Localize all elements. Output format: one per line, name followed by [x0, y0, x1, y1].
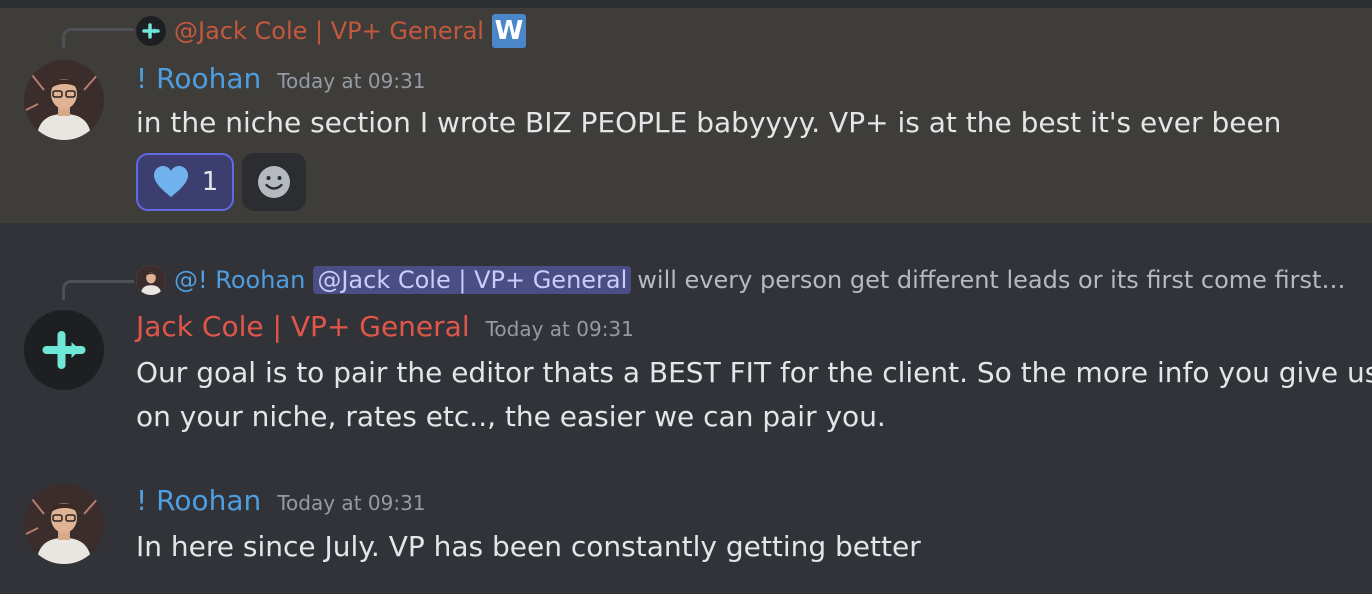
- top-divider: [0, 0, 1372, 8]
- reply-preview[interactable]: @! Roohan @Jack Cole | VP+ General will …: [136, 264, 1352, 296]
- message-timestamp: Today at 09:31: [277, 69, 426, 93]
- w-badge-icon: W: [491, 14, 526, 48]
- jack-cole-avatar[interactable]: [24, 310, 104, 390]
- heart-icon: [153, 166, 188, 197]
- message-header: ! Roohan Today at 09:31: [136, 484, 426, 517]
- message-header: Jack Cole | VP+ General Today at 09:31: [136, 310, 634, 343]
- reply-connector: [62, 280, 134, 300]
- reaction-count: 1: [201, 167, 219, 197]
- roohan-avatar[interactable]: [24, 484, 104, 564]
- reply-connector: [62, 28, 134, 48]
- plus-logo-icon: [42, 331, 86, 369]
- reply-mention[interactable]: @Jack Cole | VP+ General: [313, 266, 632, 294]
- person-portrait-icon: [24, 60, 104, 140]
- author-name[interactable]: ! Roohan: [136, 62, 261, 95]
- jack-cole-mini-avatar: [136, 16, 166, 46]
- message-text-line: Our goal is to pair the editor thats a B…: [136, 356, 1372, 389]
- message-timestamp: Today at 09:31: [277, 491, 426, 515]
- message-text: In here since July. VP has been constant…: [136, 530, 921, 563]
- message-timestamp: Today at 09:31: [485, 317, 634, 341]
- reply-preview[interactable]: @Jack Cole | VP+ General W: [136, 14, 526, 48]
- add-reaction-button[interactable]: [242, 153, 306, 211]
- author-name[interactable]: ! Roohan: [136, 484, 261, 517]
- reply-author[interactable]: @Jack Cole | VP+ General: [174, 17, 484, 45]
- reply-author[interactable]: @! Roohan: [174, 266, 305, 294]
- message-text-line: on your niche, rates etc.., the easier w…: [136, 400, 886, 433]
- author-name[interactable]: Jack Cole | VP+ General: [136, 310, 470, 343]
- message-text: in the niche section I wrote BIZ PEOPLE …: [136, 106, 1282, 139]
- person-portrait-icon: [24, 484, 104, 564]
- heart-reaction-button[interactable]: 1: [136, 153, 234, 211]
- reply-excerpt[interactable]: will every person get different leads or…: [637, 266, 1352, 294]
- smiley-icon: [258, 166, 290, 198]
- roohan-mini-avatar: [136, 265, 166, 295]
- message-header: ! Roohan Today at 09:31: [136, 62, 426, 95]
- roohan-avatar[interactable]: [24, 60, 104, 140]
- person-portrait-icon: [136, 265, 166, 295]
- plus-logo-icon: [142, 23, 160, 39]
